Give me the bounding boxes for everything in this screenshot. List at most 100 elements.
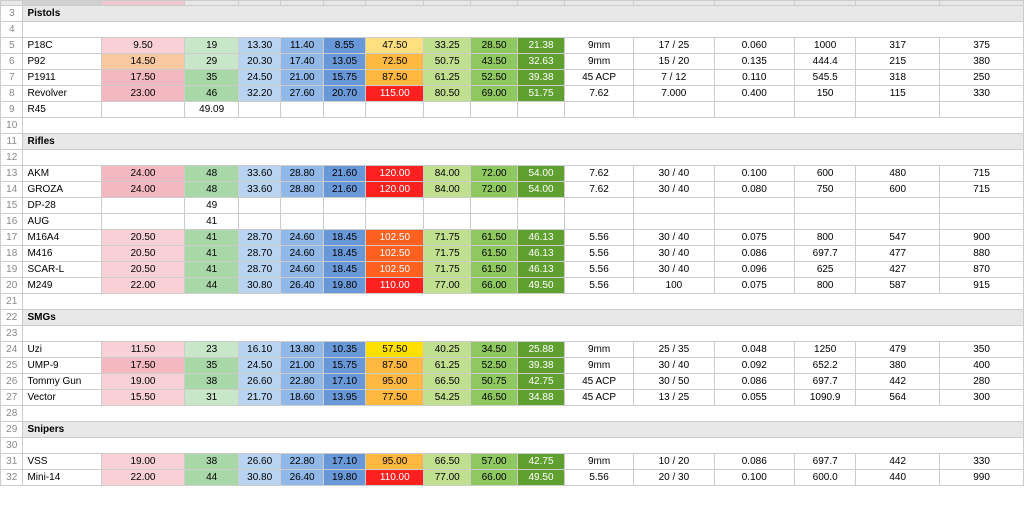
capacity-value: 30 / 40 — [634, 182, 714, 198]
lvl2-value: 26.40 — [281, 470, 323, 486]
capacity-value: 7.000 — [634, 86, 714, 102]
helm-lvl3-value: 39.38 — [518, 358, 565, 374]
capacity-value: 100 — [634, 278, 714, 294]
table-row: 6 P92 14.50 29 20.30 17.40 13.05 72.50 5… — [1, 54, 1024, 70]
table-row: 27 Vector 15.50 31 21.70 18.60 13.95 77.… — [1, 390, 1024, 406]
no-helm-value: 57.50 — [366, 342, 424, 358]
row-number: 4 — [1, 22, 23, 38]
lvl1-value: 32.20 — [238, 86, 280, 102]
time-value: 0.080 — [714, 182, 794, 198]
legs-value: 19.00 — [101, 454, 185, 470]
table-row: 19 SCAR-L 20.50 41 28.70 24.60 18.45 102… — [1, 262, 1024, 278]
no-armor-value: 48 — [185, 166, 239, 182]
helm-lvl1-value: 61.25 — [424, 70, 471, 86]
lvl1-value: 13.30 — [238, 38, 280, 54]
bullet-speed-value: 250 — [940, 70, 1024, 86]
weapon-name: M416 — [23, 246, 101, 262]
fire-rate-value: 600 — [794, 166, 855, 182]
time-value: 0.100 — [714, 166, 794, 182]
helm-lvl3-value: 49.50 — [518, 470, 565, 486]
helm-lvl2-value — [471, 198, 518, 214]
helm-lvl1-value — [424, 102, 471, 118]
ammo-type: 9mm — [564, 454, 633, 470]
row-number: 17 — [1, 230, 23, 246]
time-value: 0.110 — [714, 70, 794, 86]
table-row: 28 — [1, 406, 1024, 422]
helm-lvl1-value: 40.25 — [424, 342, 471, 358]
dps-value: 587 — [856, 278, 940, 294]
capacity-value: 15 / 20 — [634, 54, 714, 70]
legs-value: 14.50 — [101, 54, 185, 70]
capacity-value: 30 / 40 — [634, 358, 714, 374]
fire-rate-value: 697.7 — [794, 374, 855, 390]
helm-lvl1-value: 77.00 — [424, 278, 471, 294]
lvl1-value: 16.10 — [238, 342, 280, 358]
row-number: 6 — [1, 54, 23, 70]
bullet-speed-value: 350 — [940, 342, 1024, 358]
ammo-type: 5.56 — [564, 278, 633, 294]
table-row: 9 R45 49.09 — [1, 102, 1024, 118]
lvl2-value: 11.40 — [281, 38, 323, 54]
ammo-type: 45 ACP — [564, 70, 633, 86]
no-armor-value: 41 — [185, 214, 239, 230]
helm-lvl1-value: 61.25 — [424, 358, 471, 374]
lvl3-value: 10.35 — [323, 342, 365, 358]
helm-lvl3-value — [518, 102, 565, 118]
bullet-speed-value: 715 — [940, 182, 1024, 198]
helm-lvl2-value: 52.50 — [471, 70, 518, 86]
helm-lvl2-value: 66.00 — [471, 470, 518, 486]
bullet-speed-value: 870 — [940, 262, 1024, 278]
lvl3-value: 18.45 — [323, 246, 365, 262]
table-row: 14 GROZA 24.00 48 33.60 28.80 21.60 120.… — [1, 182, 1024, 198]
helm-lvl1-value: 71.75 — [424, 262, 471, 278]
no-armor-value: 35 — [185, 358, 239, 374]
ammo-type: 45 ACP — [564, 390, 633, 406]
helm-lvl2-value: 61.50 — [471, 230, 518, 246]
helm-lvl3-value: 46.13 — [518, 246, 565, 262]
row-number: 32 — [1, 470, 23, 486]
weapon-name: AUG — [23, 214, 101, 230]
table-row: 13 AKM 24.00 48 33.60 28.80 21.60 120.00… — [1, 166, 1024, 182]
bullet-speed-value: 915 — [940, 278, 1024, 294]
weapon-name: Uzi — [23, 342, 101, 358]
helm-lvl2-value: 72.00 — [471, 166, 518, 182]
no-armor-value: 29 — [185, 54, 239, 70]
lvl1-value: 21.70 — [238, 390, 280, 406]
no-armor-value: 44 — [185, 470, 239, 486]
row-number: 13 — [1, 166, 23, 182]
dps-value: 427 — [856, 262, 940, 278]
time-value: 0.055 — [714, 390, 794, 406]
helm-lvl3-value: 54.00 — [518, 166, 565, 182]
table-row: 29 Snipers — [1, 422, 1024, 438]
dps-value — [856, 214, 940, 230]
weapon-name: M16A4 — [23, 230, 101, 246]
empty-cell — [23, 118, 1024, 134]
no-helm-value: 95.00 — [366, 454, 424, 470]
row-number: 23 — [1, 326, 23, 342]
helm-lvl1-value — [424, 198, 471, 214]
row-number: 24 — [1, 342, 23, 358]
time-value: 0.092 — [714, 358, 794, 374]
table-row: 21 — [1, 294, 1024, 310]
legs-value: 23.00 — [101, 86, 185, 102]
row-number: 28 — [1, 406, 23, 422]
lvl1-value: 28.70 — [238, 230, 280, 246]
legs-value: 22.00 — [101, 278, 185, 294]
section-header: Rifles — [23, 134, 1024, 150]
lvl3-value: 13.05 — [323, 54, 365, 70]
helm-lvl2-value: 52.50 — [471, 358, 518, 374]
row-number: 12 — [1, 150, 23, 166]
fire-rate-value: 652.2 — [794, 358, 855, 374]
lvl3-value: 21.60 — [323, 166, 365, 182]
helm-lvl2-value: 43.50 — [471, 54, 518, 70]
lvl3-value: 18.45 — [323, 230, 365, 246]
lvl3-value: 21.60 — [323, 182, 365, 198]
bullet-speed-value: 400 — [940, 358, 1024, 374]
legs-value: 15.50 — [101, 390, 185, 406]
no-armor-value: 41 — [185, 262, 239, 278]
bullet-speed-value: 880 — [940, 246, 1024, 262]
empty-cell — [23, 294, 1024, 310]
legs-value: 11.50 — [101, 342, 185, 358]
row-number: 19 — [1, 262, 23, 278]
helm-lvl3-value: 51.75 — [518, 86, 565, 102]
